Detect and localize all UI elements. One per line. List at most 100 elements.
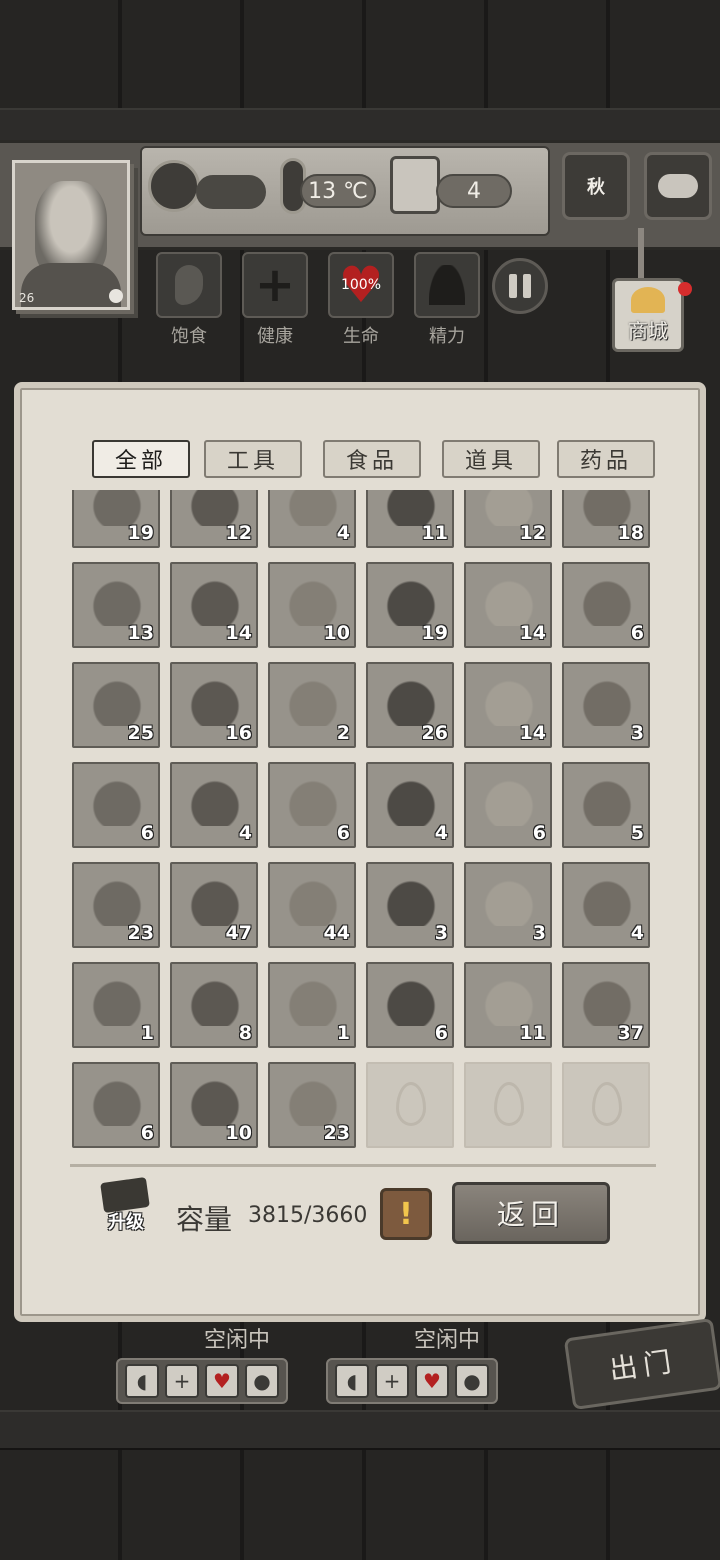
back-button[interactable]: 返回	[452, 1182, 610, 1244]
inventory-slot[interactable]: 14	[464, 562, 552, 648]
empty-slot[interactable]	[562, 1062, 650, 1148]
weather-button[interactable]	[644, 152, 712, 220]
inventory-slot[interactable]: 19	[366, 562, 454, 648]
medkit-gift-icon	[88, 1076, 146, 1126]
tab-medicine[interactable]: 药品	[557, 440, 655, 478]
inventory-slot[interactable]: 23	[72, 862, 160, 948]
item-quantity: 3	[532, 922, 546, 944]
amulet-icon	[284, 976, 342, 1026]
inventory-slot[interactable]: 19	[72, 490, 160, 548]
satiety-button[interactable]	[156, 252, 222, 318]
item-quantity: 4	[434, 822, 448, 844]
season-button[interactable]: 秋	[562, 152, 630, 220]
item-quantity: 44	[323, 922, 350, 944]
inventory-slot[interactable]: 16	[170, 662, 258, 748]
idle-status-1: 空闲中	[204, 1328, 271, 1353]
inventory-grid: 19 12 4 11 12 18 13 14 10 19 14 6 25 16 2 26 14 3 6 4 6 4 6 5 23…	[72, 490, 652, 1150]
inventory-slot[interactable]: 4	[366, 762, 454, 848]
character-portrait[interactable]: 26	[12, 160, 130, 310]
tab-all[interactable]: 全部	[92, 440, 190, 478]
inventory-slot[interactable]: 3	[366, 862, 454, 948]
life-label: 生命	[343, 326, 379, 347]
inventory-slot[interactable]: 10	[268, 562, 356, 648]
capacity-value: 3815/3660	[248, 1203, 368, 1228]
inventory-slot[interactable]: 6	[268, 762, 356, 848]
inventory-slot[interactable]: 6	[562, 562, 650, 648]
stomach-icon	[175, 265, 203, 305]
inventory-slot[interactable]: 6	[366, 962, 454, 1048]
inventory-slot[interactable]: 14	[464, 662, 552, 748]
inventory-slot[interactable]: 37	[562, 962, 650, 1048]
inventory-slot[interactable]: 6	[464, 762, 552, 848]
inventory-slot[interactable]: 23	[268, 1062, 356, 1148]
companion-1-stats[interactable]: ◖ + ♥ ●	[116, 1358, 288, 1404]
shop-button[interactable]: 商城	[612, 278, 684, 352]
inventory-slot[interactable]: 6	[72, 1062, 160, 1148]
inventory-slot[interactable]: 18	[562, 490, 650, 548]
stomach-icon: ◖	[335, 1364, 369, 1398]
temperature-display: 13 ℃	[300, 174, 376, 208]
inventory-slot[interactable]: 1	[268, 962, 356, 1048]
item-quantity: 23	[127, 922, 154, 944]
inventory-slot[interactable]: 4	[562, 862, 650, 948]
inventory-slot[interactable]: 4	[170, 762, 258, 848]
inventory-slot[interactable]: 11	[366, 490, 454, 548]
inventory-slot[interactable]: 26	[366, 662, 454, 748]
dirt-icon	[578, 490, 636, 526]
rocks-icon	[186, 676, 244, 726]
item-quantity: 37	[617, 1022, 644, 1044]
inventory-slot[interactable]: 10	[170, 1062, 258, 1148]
inventory-slot[interactable]: 3	[464, 862, 552, 948]
top-beam	[0, 108, 720, 142]
warning-button[interactable]: !	[380, 1188, 432, 1240]
item-quantity: 6	[434, 1022, 448, 1044]
item-quantity: 6	[140, 1122, 154, 1144]
shrimp-icon	[88, 876, 146, 926]
inventory-slot[interactable]: 11	[464, 962, 552, 1048]
life-button[interactable]: ♥ 100%	[328, 252, 394, 318]
time-display	[196, 175, 266, 209]
person-icon: ●	[455, 1364, 489, 1398]
inventory-slot[interactable]: 5	[562, 762, 650, 848]
item-quantity: 13	[127, 622, 154, 644]
empty-slot[interactable]	[464, 1062, 552, 1148]
seed-icon	[382, 876, 440, 926]
inventory-slot[interactable]: 12	[464, 490, 552, 548]
inventory-slot[interactable]: 1	[72, 962, 160, 1048]
health-button[interactable]: +	[242, 252, 308, 318]
companion-2-stats[interactable]: ◖ + ♥ ●	[326, 1358, 498, 1404]
inventory-slot[interactable]: 47	[170, 862, 258, 948]
pause-button[interactable]	[492, 258, 548, 314]
inventory-slot[interactable]: 14	[170, 562, 258, 648]
worm-icon	[480, 576, 538, 626]
upgrade-button[interactable]: 升级	[96, 1176, 156, 1238]
inventory-slot[interactable]: 13	[72, 562, 160, 648]
stick-icon	[480, 490, 538, 526]
tab-food[interactable]: 食品	[323, 440, 421, 478]
item-quantity: 25	[127, 722, 154, 744]
tab-props[interactable]: 道具	[442, 440, 540, 478]
calendar-icon	[390, 156, 440, 214]
inventory-slot[interactable]: 6	[72, 762, 160, 848]
inventory-slot[interactable]: 2	[268, 662, 356, 748]
inventory-slot[interactable]: 44	[268, 862, 356, 948]
empty-slot-icon	[592, 1082, 622, 1126]
item-quantity: 14	[519, 622, 546, 644]
inventory-slot[interactable]: 12	[170, 490, 258, 548]
item-quantity: 3	[630, 722, 644, 744]
item-quantity: 14	[519, 722, 546, 744]
pause-bar-right	[523, 274, 531, 298]
empty-slot[interactable]	[366, 1062, 454, 1148]
character-level: 26	[19, 291, 35, 305]
tab-tools[interactable]: 工具	[204, 440, 302, 478]
inventory-slot[interactable]: 8	[170, 962, 258, 1048]
item-quantity: 11	[519, 1022, 546, 1044]
cloud-sun-icon	[658, 174, 698, 198]
energy-button[interactable]	[414, 252, 480, 318]
inventory-slot[interactable]: 25	[72, 662, 160, 748]
cross-icon: +	[375, 1364, 409, 1398]
inventory-slot[interactable]: 3	[562, 662, 650, 748]
item-quantity: 26	[421, 722, 448, 744]
inventory-slot[interactable]: 4	[268, 490, 356, 548]
item-quantity: 12	[225, 522, 252, 544]
